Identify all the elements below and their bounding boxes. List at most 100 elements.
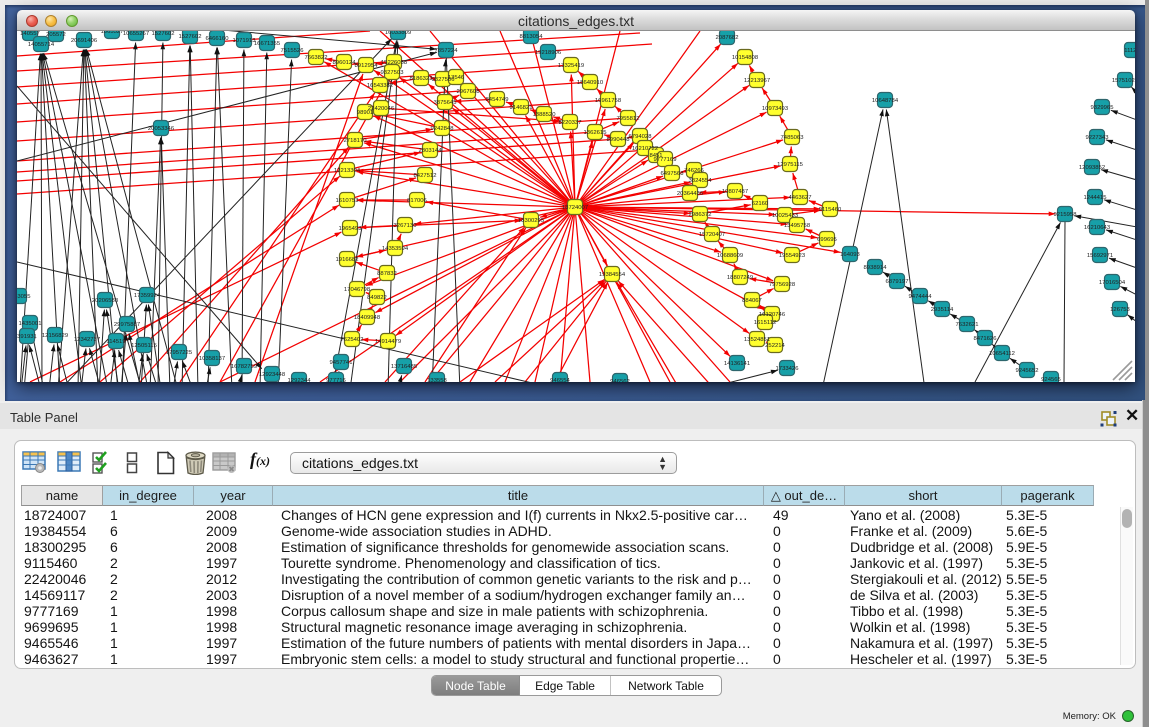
svg-text:29975887: 29975887 xyxy=(114,322,140,328)
svg-text:16543382: 16543382 xyxy=(367,83,393,89)
svg-text:12213304: 12213304 xyxy=(334,168,361,174)
svg-text:13716485: 13716485 xyxy=(391,364,418,370)
svg-text:16782759: 16782759 xyxy=(231,364,257,370)
svg-text:13495758: 13495758 xyxy=(784,223,811,229)
svg-text:4463627: 4463627 xyxy=(789,195,812,201)
svg-text:1916682: 1916682 xyxy=(336,257,359,263)
svg-text:10654112: 10654112 xyxy=(989,351,1015,357)
svg-text:2986372: 2986372 xyxy=(689,212,712,218)
svg-text:946562: 946562 xyxy=(610,379,630,382)
svg-text:14055714: 14055714 xyxy=(28,42,55,48)
svg-text:1527602: 1527602 xyxy=(179,34,202,40)
svg-text:20053346: 20053346 xyxy=(148,126,175,132)
svg-text:1362615: 1362615 xyxy=(584,130,608,136)
svg-text:16961758: 16961758 xyxy=(595,98,622,104)
svg-text:20206588: 20206588 xyxy=(92,298,119,304)
svg-text:10688609: 10688609 xyxy=(717,253,743,259)
svg-text:17016504: 17016504 xyxy=(1099,280,1126,286)
svg-text:10973493: 10973493 xyxy=(762,106,789,112)
svg-text:1388520: 1388520 xyxy=(533,112,557,118)
svg-text:10358137: 10358137 xyxy=(199,356,225,362)
svg-text:8186323: 8186323 xyxy=(410,76,434,82)
svg-text:12975115: 12975115 xyxy=(777,162,803,168)
svg-text:16033809: 16033809 xyxy=(385,31,411,36)
svg-text:11123: 11123 xyxy=(1124,48,1135,54)
svg-text:14136141: 14136141 xyxy=(724,361,750,367)
svg-text:849822: 849822 xyxy=(367,295,387,301)
svg-text:7625402: 7625402 xyxy=(341,337,364,343)
svg-text:7663822: 7663822 xyxy=(305,55,328,61)
svg-text:9146821: 9146821 xyxy=(510,105,533,111)
svg-text:9474444: 9474444 xyxy=(909,294,933,300)
svg-text:884067: 884067 xyxy=(742,298,762,304)
svg-text:12505115: 12505115 xyxy=(131,343,157,349)
svg-text:12213967: 12213967 xyxy=(744,78,770,84)
svg-text:10025433: 10025433 xyxy=(772,213,799,219)
svg-text:19384554: 19384554 xyxy=(599,272,626,278)
svg-text:1733426: 1733426 xyxy=(776,366,800,372)
svg-text:391931: 391931 xyxy=(17,334,37,340)
svg-text:2087682: 2087682 xyxy=(716,35,739,41)
svg-text:18409948: 18409948 xyxy=(354,315,381,321)
svg-text:2803144: 2803144 xyxy=(419,148,443,154)
svg-text:15751024: 15751024 xyxy=(1112,78,1135,84)
svg-text:7632621: 7632621 xyxy=(956,322,979,328)
svg-text:9227343: 9227343 xyxy=(1086,135,1110,141)
svg-text:1965493: 1965493 xyxy=(339,226,363,232)
svg-text:98901: 98901 xyxy=(357,110,373,116)
svg-text:19554923: 19554923 xyxy=(779,253,806,259)
svg-text:14353594: 14353594 xyxy=(382,246,409,252)
svg-text:10807487: 10807487 xyxy=(722,189,748,195)
svg-text:9457741: 9457741 xyxy=(330,360,353,366)
svg-text:9777169: 9777169 xyxy=(654,157,677,163)
svg-text:17046798: 17046798 xyxy=(344,287,371,293)
svg-text:8813054: 8813054 xyxy=(520,34,544,40)
svg-text:17359924: 17359924 xyxy=(134,293,161,299)
svg-text:10648784: 10648784 xyxy=(872,98,899,104)
svg-text:817006: 817006 xyxy=(407,198,427,204)
svg-text:746266: 746266 xyxy=(684,168,704,174)
svg-text:9115460: 9115460 xyxy=(819,207,842,213)
svg-text:1071913: 1071913 xyxy=(233,38,257,44)
svg-text:977716: 977716 xyxy=(326,378,346,382)
svg-text:15720407: 15720407 xyxy=(699,232,725,238)
svg-text:140557: 140557 xyxy=(20,31,40,37)
svg-text:12923448: 12923448 xyxy=(259,372,286,378)
svg-text:12342737: 12342737 xyxy=(74,337,100,343)
svg-text:19218906: 19218906 xyxy=(535,50,562,56)
svg-text:16120746: 16120746 xyxy=(759,312,786,318)
svg-text:7515526: 7515526 xyxy=(281,48,305,54)
svg-text:10154808: 10154808 xyxy=(732,55,759,61)
svg-text:15692971: 15692971 xyxy=(1087,253,1113,259)
svg-text:8471626: 8471626 xyxy=(974,336,998,342)
svg-text:2063055: 2063055 xyxy=(17,294,31,300)
svg-text:8990448: 8990448 xyxy=(607,137,631,143)
svg-text:62160: 62160 xyxy=(752,201,769,207)
svg-text:1244415: 1244415 xyxy=(1084,195,1108,201)
svg-text:9242848: 9242848 xyxy=(431,126,455,132)
svg-text:114519: 114519 xyxy=(106,339,125,345)
svg-text:8938914: 8938914 xyxy=(864,265,888,271)
svg-text:12093852: 12093852 xyxy=(1079,165,1105,171)
svg-text:20364436: 20364436 xyxy=(677,191,704,197)
svg-text:1435001: 1435001 xyxy=(19,321,42,327)
svg-text:3267130: 3267130 xyxy=(394,223,418,229)
svg-text:79756928: 79756928 xyxy=(769,282,796,288)
svg-text:9215958: 9215958 xyxy=(1054,212,1078,218)
svg-text:126753: 126753 xyxy=(1110,307,1130,313)
svg-text:164093: 164093 xyxy=(840,252,860,258)
svg-text:16210643: 16210643 xyxy=(1084,225,1111,231)
svg-text:1610753: 1610753 xyxy=(336,198,360,204)
svg-text:3875645: 3875645 xyxy=(434,100,458,106)
svg-text:7857224: 7857224 xyxy=(435,48,459,54)
svg-text:17957225: 17957225 xyxy=(166,350,193,356)
svg-text:946554: 946554 xyxy=(550,378,570,382)
svg-text:2967608: 2967608 xyxy=(457,89,481,95)
svg-text:924565: 924565 xyxy=(1041,377,1061,382)
svg-text:205572: 205572 xyxy=(46,32,66,38)
svg-text:13325419: 13325419 xyxy=(558,63,584,69)
svg-text:7485063: 7485063 xyxy=(781,135,805,141)
svg-text:16210722: 16210722 xyxy=(632,146,658,152)
svg-text:15226058: 15226058 xyxy=(381,60,408,66)
svg-text:6466160: 6466160 xyxy=(206,36,230,42)
